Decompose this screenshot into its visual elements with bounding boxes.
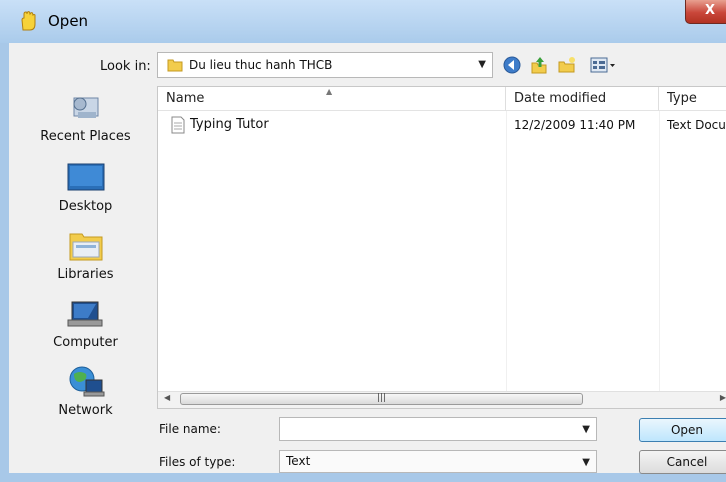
libraries-icon	[69, 233, 102, 261]
column-header-date[interactable]: Date modified	[506, 87, 659, 111]
scroll-right-icon[interactable]: ▶	[720, 393, 726, 402]
filename-label: File name:	[159, 422, 221, 436]
filetype-label: Files of type:	[159, 455, 236, 469]
place-label: Libraries	[57, 267, 114, 282]
column-header-name[interactable]: Name ▲	[158, 87, 506, 111]
places-bar: Recent Places Desktop Libraries Computer…	[18, 82, 153, 418]
close-button[interactable]: X	[685, 0, 726, 24]
filetype-value: Text	[286, 454, 311, 468]
up-folder-icon[interactable]	[529, 55, 549, 75]
scroll-left-icon[interactable]: ◀	[164, 393, 170, 402]
computer-icon	[67, 301, 102, 327]
chevron-down-icon: ▼	[478, 59, 486, 70]
lookin-value: Du lieu thuc hanh THCB	[189, 58, 333, 72]
place-label: Network	[58, 403, 113, 418]
open-button[interactable]: Open	[639, 418, 726, 442]
place-libraries[interactable]: Libraries	[18, 230, 153, 282]
back-icon[interactable]	[502, 55, 522, 75]
place-desktop[interactable]: Desktop	[18, 162, 153, 214]
new-folder-icon[interactable]	[557, 55, 577, 75]
scroll-thumb[interactable]: |||	[180, 393, 583, 405]
sort-arrow-icon: ▲	[326, 87, 333, 96]
place-label: Desktop	[58, 199, 113, 214]
cancel-button[interactable]: Cancel	[639, 450, 726, 474]
chevron-down-icon[interactable]: ▼	[582, 424, 590, 435]
place-label: Recent Places	[40, 129, 131, 144]
window-title: Open	[48, 12, 89, 30]
filetype-dropdown[interactable]: Text ▼	[279, 450, 597, 473]
file-list[interactable]: Name ▲ Date modified Type Typing Tutor 1…	[157, 86, 726, 409]
network-globe-icon	[69, 366, 104, 397]
folder-icon	[167, 59, 183, 72]
column-label: Type	[667, 91, 697, 106]
file-date: 12/2/2009 11:40 PM	[514, 118, 636, 132]
column-label: Date modified	[514, 91, 607, 106]
horizontal-scrollbar[interactable]: ◀ ||| ▶	[158, 391, 726, 408]
text-file-icon	[171, 116, 185, 134]
place-computer[interactable]: Computer	[18, 298, 153, 350]
file-type: Text Docu	[667, 118, 726, 132]
column-divider	[659, 111, 660, 392]
column-header-type[interactable]: Type	[659, 87, 726, 111]
place-network[interactable]: Network	[18, 364, 153, 418]
file-name: Typing Tutor	[190, 117, 269, 132]
view-menu-icon[interactable]	[589, 55, 617, 75]
open-dialog: Open X Look in: Du lieu thuc hanh THCB ▼	[0, 0, 726, 482]
lookin-label: Look in:	[100, 59, 151, 74]
column-label: Name	[166, 91, 205, 106]
column-divider	[506, 111, 507, 392]
place-recent[interactable]: Recent Places	[18, 90, 153, 144]
lookin-dropdown[interactable]: Du lieu thuc hanh THCB ▼	[157, 52, 493, 78]
chevron-down-icon: ▼	[582, 457, 590, 468]
title-bar[interactable]: Open X	[0, 0, 726, 43]
filename-input[interactable]: ▼	[279, 417, 597, 441]
place-label: Computer	[53, 335, 118, 350]
recent-places-icon	[73, 97, 98, 118]
desktop-icon	[67, 163, 104, 191]
file-row[interactable]: Typing Tutor 12/2/2009 11:40 PM Text Doc…	[158, 115, 726, 137]
app-hand-icon	[21, 11, 36, 31]
